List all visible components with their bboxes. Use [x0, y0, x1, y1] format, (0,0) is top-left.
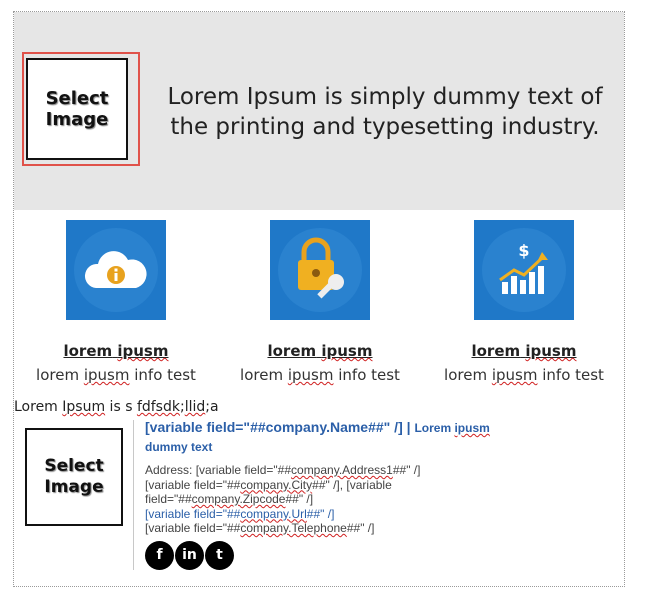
facebook-icon[interactable]: f — [145, 540, 174, 570]
feature-icon-tile-3[interactable]: $ — [474, 220, 574, 320]
feature-icon-tile-2[interactable] — [270, 220, 370, 320]
signature-logo-text: Select Image — [44, 456, 104, 497]
signature-logo-placeholder[interactable]: Select Image — [25, 428, 123, 526]
signature-divider — [133, 420, 134, 570]
feature-title-1: lorem ipusm — [63, 342, 169, 360]
url-line[interactable]: [variable field="##company.Url##" /] — [145, 507, 615, 522]
logo-image-placeholder[interactable]: Select Image — [26, 58, 128, 160]
feature-column-3: $ lorem ipusm lorem ipusm info test — [422, 220, 626, 384]
feature-subtitle-1: lorem ipusm info test — [36, 366, 196, 384]
zipcode-line: field="##company.Zipcode##" /] — [145, 492, 314, 506]
telephone-line: [variable field="##company.Telephone##" … — [145, 521, 375, 535]
info-text-line[interactable]: Lorem Ipsum is s fdfsdk;llid;a — [14, 399, 219, 415]
city-line: [variable field="##company.City##" /], [… — [145, 477, 392, 492]
feature-icon-tile-1[interactable] — [66, 220, 166, 320]
header-tagline[interactable]: Lorem Ipsum is simply dummy text of the … — [150, 82, 620, 142]
signature-contact-lines[interactable]: Address: [variable field="##company.Addr… — [145, 463, 615, 536]
header-section: Select Image Lorem Ipsum is simply dummy… — [14, 12, 624, 210]
social-icons: f in t — [145, 540, 615, 570]
dollar-chart-icon: $ — [482, 228, 566, 312]
feature-column-2: lorem ipusm lorem ipusm info test — [218, 220, 422, 384]
address-line: Address: [variable field="##company.Addr… — [145, 463, 421, 477]
lock-key-icon — [278, 228, 362, 312]
feature-subtitle-2: lorem ipusm info test — [240, 366, 400, 384]
svg-text:$: $ — [518, 241, 529, 260]
linkedin-icon[interactable]: in — [175, 540, 204, 570]
signature-details: [variable field="##company.Name##" /] | … — [145, 418, 615, 570]
twitter-icon[interactable]: t — [205, 540, 234, 570]
feature-subtitle-3: lorem ipusm info test — [444, 366, 604, 384]
cloud-info-icon — [74, 228, 158, 312]
logo-placeholder-text: Select Image — [45, 88, 109, 130]
signature-company-title[interactable]: [variable field="##company.Name##" /] | … — [145, 418, 615, 456]
feature-column-1: lorem ipusm lorem ipusm info test — [14, 220, 218, 384]
feature-title-3: lorem ipusm — [471, 342, 577, 360]
feature-title-2: lorem ipusm — [267, 342, 373, 360]
